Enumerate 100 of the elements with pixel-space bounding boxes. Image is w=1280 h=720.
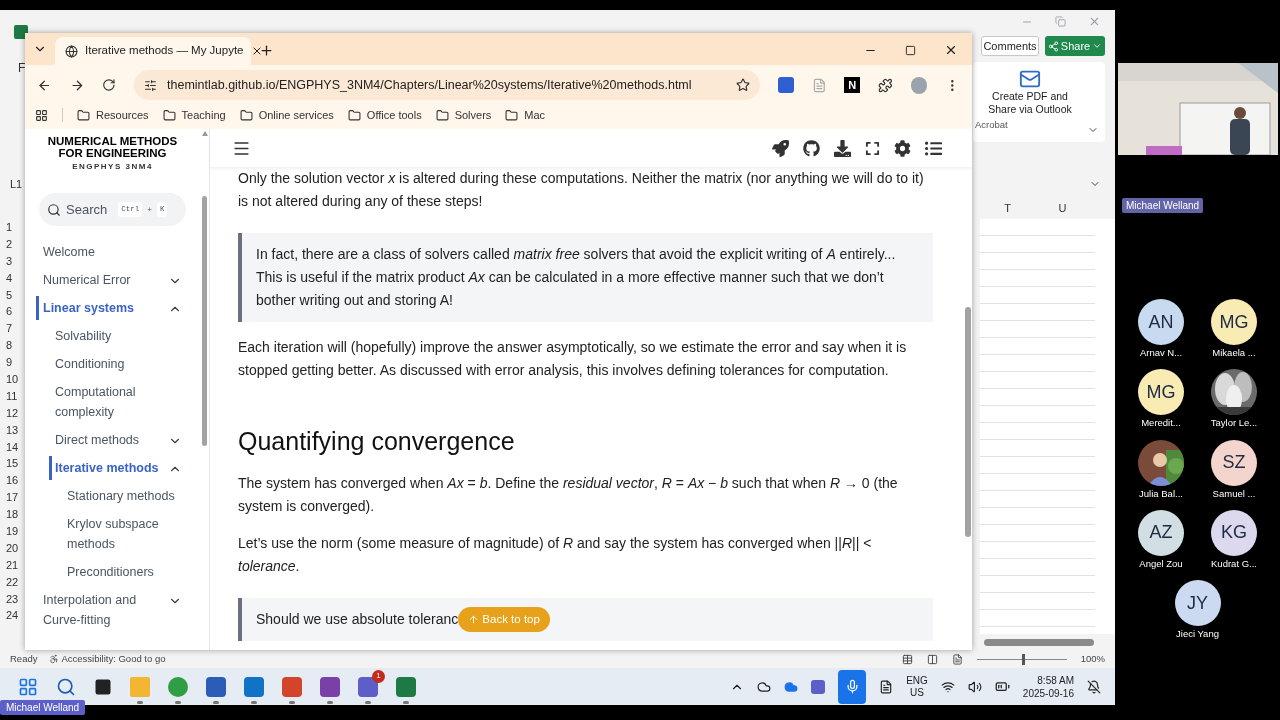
nav-link[interactable]: Interpolation and Curve-fitting	[43, 590, 168, 630]
volume-icon[interactable]	[967, 679, 982, 694]
zoom-slider-thumb[interactable]	[1021, 653, 1025, 665]
bookmark-folder[interactable]: Solvers	[435, 106, 492, 124]
scrollbar-thumb[interactable]	[964, 307, 971, 537]
site-info-icon	[144, 78, 157, 92]
participant-avatar: MG	[1211, 299, 1257, 345]
maximize-icon[interactable]	[905, 44, 916, 56]
row-header: 8	[5, 338, 14, 354]
scrollbar-thumb[interactable]	[984, 638, 1094, 646]
row-header: 11	[5, 388, 19, 404]
note-text: Should we use absolute toleranc	[256, 610, 459, 629]
bookmark-star-icon[interactable]	[736, 78, 751, 92]
apps-icon[interactable]	[35, 108, 48, 122]
row-header: 18	[5, 507, 20, 523]
participant-name: Samuel ...	[1212, 486, 1256, 501]
reload-icon[interactable]	[102, 78, 116, 92]
site-logo[interactable]: NUMERICAL METHODS FOR ENGINEERING	[37, 135, 188, 159]
pdf-mail-icon[interactable]	[1019, 68, 1041, 90]
bookmark-folder[interactable]: Resources	[77, 106, 149, 124]
share-button[interactable]: Share	[1045, 36, 1105, 56]
scrollbar-thumb[interactable]	[202, 196, 207, 446]
microphone-button[interactable]	[838, 669, 867, 704]
nav-link[interactable]: Krylov subspace methods	[67, 514, 182, 554]
rocket-icon[interactable]	[772, 139, 789, 157]
notification-badge: 1	[372, 669, 385, 683]
close-icon[interactable]	[944, 43, 958, 57]
accessibility-status[interactable]: Accessibility: Good to go	[49, 651, 166, 667]
participant-avatar: MG	[1138, 369, 1184, 416]
bookmark-folder[interactable]: Office tools	[347, 106, 422, 124]
contents-icon[interactable]	[925, 139, 942, 157]
nav-link[interactable]: Computational complexity	[55, 382, 182, 422]
nav-link[interactable]: Conditioning	[55, 354, 125, 374]
accessibility-icon	[49, 654, 60, 664]
nav-link[interactable]: Iterative methods	[55, 458, 159, 478]
task-view-icon[interactable]	[94, 677, 112, 696]
app-icon[interactable]	[206, 676, 226, 697]
clock-date[interactable]: 2025-09-16	[1022, 686, 1074, 700]
nav-link[interactable]: Stationary methods	[67, 486, 175, 506]
extensions-icon[interactable]	[878, 77, 893, 93]
nav-link[interactable]: Linear systems	[43, 298, 135, 318]
bookmark-folder[interactable]: Teaching	[162, 106, 226, 124]
bookmark-folder[interactable]: Mac	[505, 106, 546, 124]
caret-icon	[1092, 41, 1103, 51]
new-tab-icon[interactable]	[259, 43, 274, 58]
participant-name: Julia Bal...	[1139, 486, 1183, 501]
start-icon[interactable]	[18, 676, 38, 697]
spreadsheet-app-icon[interactable]	[14, 24, 28, 39]
page-break-icon[interactable]	[951, 653, 963, 665]
nav-link[interactable]: Direct methods	[55, 430, 140, 450]
logo-subtitle: ENGPHYS 3NM4	[72, 161, 153, 173]
nav-link[interactable]: Numerical Error	[43, 270, 131, 290]
nav-link[interactable]: Preconditioners	[67, 562, 154, 582]
folder-icon	[505, 108, 519, 122]
extension-icon[interactable]: N	[844, 77, 861, 93]
nav-link[interactable]: Welcome	[43, 242, 95, 262]
app-icon[interactable]	[168, 676, 188, 697]
search-icon[interactable]	[56, 676, 76, 697]
page-layout-icon[interactable]	[926, 653, 938, 665]
fullscreen-icon[interactable]	[865, 140, 880, 156]
region-indicator[interactable]: US	[910, 686, 924, 699]
participant-avatar: SZ	[1211, 439, 1257, 486]
app-icon[interactable]	[320, 676, 340, 697]
app-icon[interactable]	[811, 679, 826, 694]
folder-icon	[162, 108, 176, 122]
notification-icon[interactable]	[1087, 679, 1101, 694]
clock-time[interactable]: 8:58 AM	[1037, 673, 1074, 687]
app-icon[interactable]	[282, 676, 302, 697]
wifi-icon[interactable]	[940, 679, 955, 694]
folder-icon	[435, 108, 449, 122]
normal-view-icon[interactable]	[901, 653, 913, 665]
name-box[interactable]: L1	[10, 175, 23, 193]
row-header: 23	[5, 591, 20, 607]
search-icon	[47, 202, 61, 217]
address-bar[interactable]: themintlab.github.io/ENGPHYS_3NM4/Chapters/Linear%20systems/Iterative%20methods.html	[134, 70, 761, 100]
paragraph: Only the solution vector x is altered during these computations. Neither the matrix (nor anything we will do to it) is not altered during any of these steps!	[238, 169, 925, 211]
participant-name: Kudrat G...	[1211, 556, 1257, 571]
scroll-up-icon[interactable]	[201, 131, 208, 136]
download-icon[interactable]	[834, 139, 851, 157]
cloud-icon[interactable]	[757, 679, 772, 694]
participant-name: Taylor Le...	[1210, 416, 1258, 431]
settings-icon[interactable]	[894, 139, 911, 157]
row-header: 17	[5, 490, 20, 506]
nav-link[interactable]: Solvability	[55, 326, 112, 346]
row-header: 14	[5, 439, 20, 455]
comments-button[interactable]: Comments	[981, 36, 1039, 56]
github-icon[interactable]	[803, 139, 820, 157]
app-icon[interactable]	[358, 676, 378, 697]
language-indicator[interactable]: ENG	[906, 674, 928, 687]
ribbon-action[interactable]: Create PDF and Share via Outlook	[980, 90, 1080, 116]
row-header: 19	[5, 524, 20, 540]
clipboard-icon[interactable]	[879, 679, 894, 694]
app-icon[interactable]	[244, 676, 264, 697]
bookmark-folder[interactable]: Online services	[239, 106, 334, 124]
plus-sign: +	[147, 203, 152, 216]
row-header: 3	[5, 253, 14, 269]
ribbon-tab[interactable]: F	[18, 59, 26, 170]
battery-icon[interactable]	[994, 679, 1010, 694]
row-header: 2	[5, 236, 14, 252]
app-icon[interactable]	[396, 676, 416, 697]
